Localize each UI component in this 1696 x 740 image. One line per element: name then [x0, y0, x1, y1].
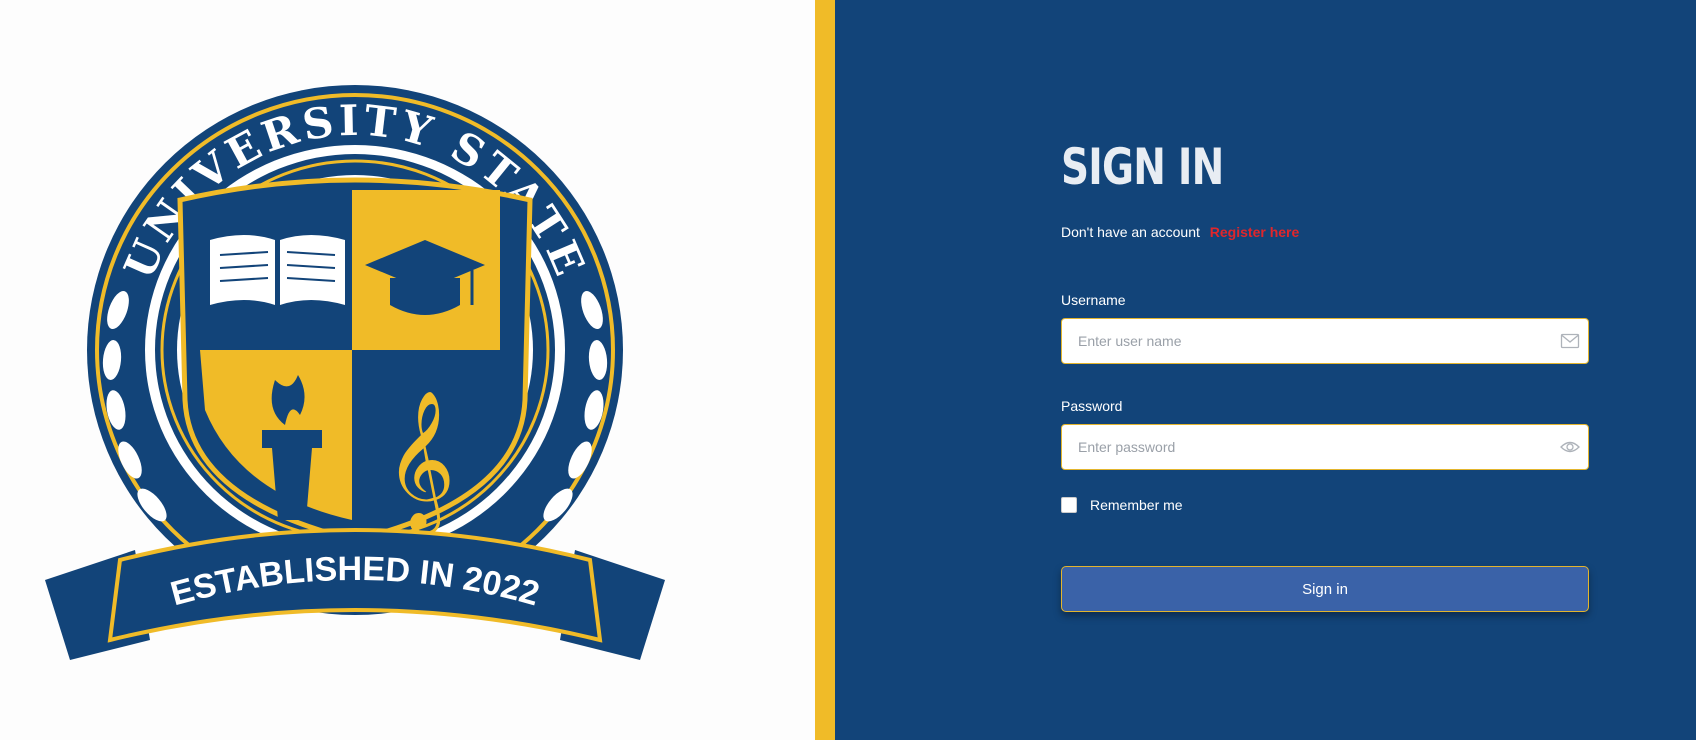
username-input[interactable] — [1062, 319, 1548, 363]
password-input[interactable] — [1062, 425, 1548, 469]
envelope-icon — [1560, 333, 1580, 349]
remember-me-label[interactable]: Remember me — [1090, 497, 1183, 513]
svg-text:𝄞: 𝄞 — [385, 390, 456, 535]
remember-me-row: Remember me — [1061, 497, 1183, 513]
remember-me-checkbox[interactable] — [1061, 497, 1077, 513]
password-field-wrapper — [1061, 424, 1589, 470]
gold-divider — [815, 0, 835, 740]
register-prompt-line: Don't have an account Register here — [1061, 224, 1299, 240]
sign-in-button[interactable]: Sign in — [1061, 566, 1589, 612]
university-seal-logo: UNIVERSITY STATE — [45, 85, 665, 660]
brand-panel: UNIVERSITY STATE — [0, 0, 815, 740]
username-label: Username — [1061, 292, 1126, 308]
register-link[interactable]: Register here — [1210, 224, 1299, 240]
page-title: SIGN IN — [1061, 138, 1224, 196]
form-panel — [835, 0, 1696, 740]
username-field-wrapper — [1061, 318, 1589, 364]
password-label: Password — [1061, 398, 1123, 414]
eye-icon[interactable] — [1560, 438, 1580, 456]
register-prompt: Don't have an account — [1061, 224, 1200, 240]
